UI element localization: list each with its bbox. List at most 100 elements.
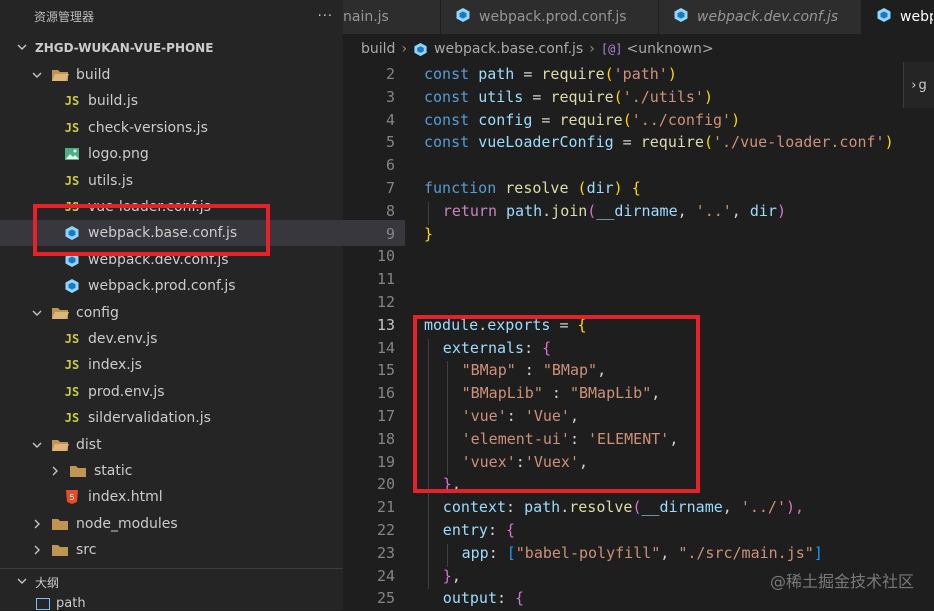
code-token: config [478, 110, 533, 129]
js-file-icon: JS [64, 332, 80, 346]
tree-item-label: index.html [88, 489, 163, 506]
tree-item[interactable]: static [0, 458, 391, 484]
editor-tabs: nain.js webpack.prod.conf.js webpack.dev… [343, 0, 934, 34]
breadcrumb: build › webpack.base.conf.js › [@] <unkn… [343, 36, 934, 62]
tree-item-label: src [76, 542, 97, 559]
code-token: , [451, 566, 461, 585]
code-token: return [442, 201, 497, 220]
tab-webpack-prod[interactable]: webpack.prod.conf.js [441, 0, 659, 34]
chevron-right-icon: › [911, 77, 917, 93]
more-actions-icon[interactable]: ··· [318, 9, 333, 24]
tree-item[interactable]: node_modules [0, 511, 373, 537]
code-token: const [424, 65, 470, 83]
code-token: utils [478, 87, 524, 106]
code-token: { [631, 179, 641, 197]
code-token: dir [749, 201, 777, 220]
tree-item-label: build.js [88, 93, 139, 110]
folder-open-icon [50, 305, 70, 321]
breadcrumb-symbol[interactable]: <unknown> [627, 41, 714, 57]
code-line: function resolve (dir) { [424, 179, 641, 197]
side-panel-toggle[interactable]: › g [903, 62, 934, 108]
chevron-right-icon: › [589, 41, 595, 57]
tab-webpack-dev[interactable]: webpack.dev.conf.js [659, 0, 862, 34]
outline-item[interactable]: path [36, 596, 86, 611]
code-token: "babel-polyfill" [515, 543, 661, 562]
code-token: __dirname [596, 201, 678, 220]
line-number: 24 [376, 566, 395, 585]
code-line: const vueLoaderConfig = require('./vue-l… [424, 133, 894, 151]
code-line: } [424, 225, 433, 243]
code-token: app [461, 543, 489, 562]
tree-item-label: dev.env.js [88, 331, 158, 347]
indent-guide [446, 543, 448, 567]
code-token: require [550, 87, 614, 106]
svg-text:5: 5 [69, 493, 74, 502]
code-token: = [514, 65, 542, 83]
tree-item-label: check-versions.js [88, 119, 208, 136]
tab-webpack-base[interactable]: webp [862, 0, 934, 34]
code-token: require [559, 110, 623, 129]
tab-main-js[interactable]: nain.js [343, 0, 441, 34]
indent-guide [428, 201, 429, 225]
code-line: app: ["babel-polyfill", "./src/main.js"] [462, 544, 823, 562]
outline-item-label: path [56, 596, 86, 611]
panel-label: g [918, 77, 927, 93]
code-line: output: { [443, 589, 524, 607]
code-token: './vue-loader.conf' [713, 133, 885, 152]
code-token: const [424, 133, 470, 152]
breadcrumb-folder[interactable]: build [361, 41, 395, 57]
html-file-icon: 5 [62, 489, 82, 505]
line-number: 13 [376, 315, 395, 334]
code-token: require [541, 65, 605, 83]
line-number: 10 [376, 247, 395, 266]
line-number: 16 [376, 384, 395, 403]
js-file-icon: JS [64, 384, 80, 399]
chevron-down-icon [17, 575, 29, 589]
tree-item-label: logo.png [88, 146, 149, 163]
js-file-icon: JS [64, 411, 80, 426]
code-token: } [424, 224, 434, 243]
chevron-down-icon [17, 41, 29, 55]
tree-item-label: static [94, 463, 133, 479]
tree-item[interactable]: src [0, 537, 373, 563]
code-token: ) [613, 179, 623, 197]
folder-icon [50, 542, 70, 558]
line-number: 14 [376, 338, 395, 357]
tree-item-label: prod.env.js [88, 383, 165, 400]
breadcrumb-file[interactable]: webpack.base.conf.js [434, 41, 583, 57]
code-token: = [523, 87, 551, 106]
code-token: function [424, 179, 497, 197]
tree-item-label: dist [76, 436, 102, 453]
tree-item[interactable]: build [0, 62, 373, 88]
code-token: const [424, 87, 470, 106]
project-root[interactable]: ZHGD-WUKAN-VUE-PHONE [0, 36, 343, 60]
tree-item-label: webpack.prod.conf.js [88, 278, 236, 295]
webpack-icon [455, 7, 471, 27]
outline-section-header[interactable]: 大纲 [0, 568, 343, 595]
tree-item[interactable]: dist [0, 432, 373, 458]
code-token: ) [731, 110, 741, 129]
webpack-icon [673, 7, 689, 27]
chevron-down-icon [30, 70, 44, 80]
tree-item[interactable]: config [0, 300, 373, 326]
tab-label: webpack.dev.conf.js [697, 9, 839, 25]
line-number: 15 [376, 361, 395, 380]
folder-open-icon [50, 437, 70, 453]
code-token: '../' [740, 498, 786, 517]
code-token: = [532, 110, 560, 129]
code-token: ) [884, 133, 894, 152]
code-token: context [442, 498, 507, 517]
line-number: 11 [376, 270, 395, 289]
code-token: 'path' [613, 65, 668, 83]
tree-item-label: utils.js [88, 172, 134, 189]
code-token: = [613, 133, 641, 152]
chevron-right-icon [30, 545, 44, 555]
webpack-icon [62, 278, 82, 294]
code-token: require [640, 133, 704, 152]
highlight-box-file [33, 204, 270, 256]
code-token: ( [613, 87, 623, 106]
